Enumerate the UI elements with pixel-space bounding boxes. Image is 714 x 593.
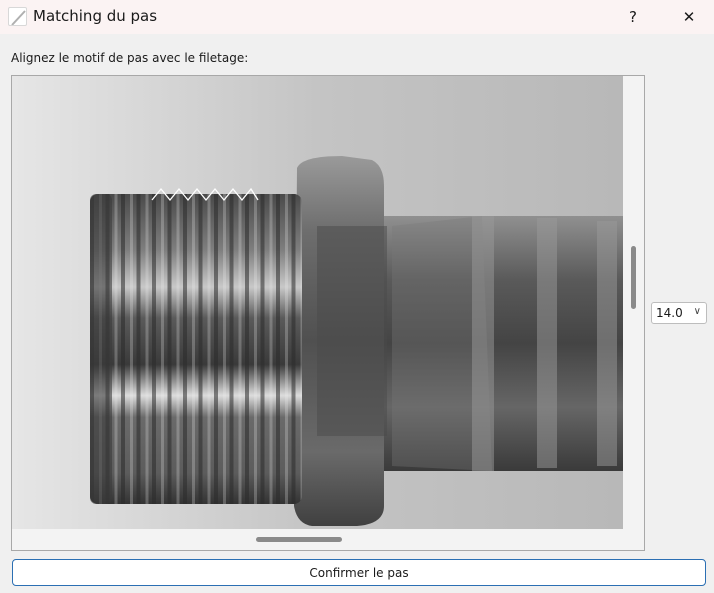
instruction-label: Alignez le motif de pas avec le filetage… — [11, 51, 249, 65]
chevron-down-icon: ∨ — [693, 306, 701, 317]
window-title: Matching du pas — [33, 7, 158, 25]
vertical-scroll-thumb[interactable] — [631, 246, 636, 309]
thread-photo — [12, 76, 623, 529]
title-bar: Matching du pas ? ✕ — [0, 0, 714, 34]
close-button[interactable]: ✕ — [666, 0, 712, 34]
vertical-scrollbar[interactable] — [623, 76, 644, 529]
pencil-icon — [8, 7, 27, 26]
confirm-button[interactable]: Confirmer le pas — [12, 559, 706, 586]
pitch-select[interactable]: 14.0 ∨ — [651, 302, 707, 324]
horizontal-scroll-thumb[interactable] — [256, 537, 342, 542]
help-button[interactable]: ? — [610, 0, 656, 34]
pitch-value: 14.0 — [656, 306, 683, 320]
image-viewer[interactable] — [11, 75, 645, 551]
horizontal-scrollbar[interactable] — [12, 529, 644, 550]
